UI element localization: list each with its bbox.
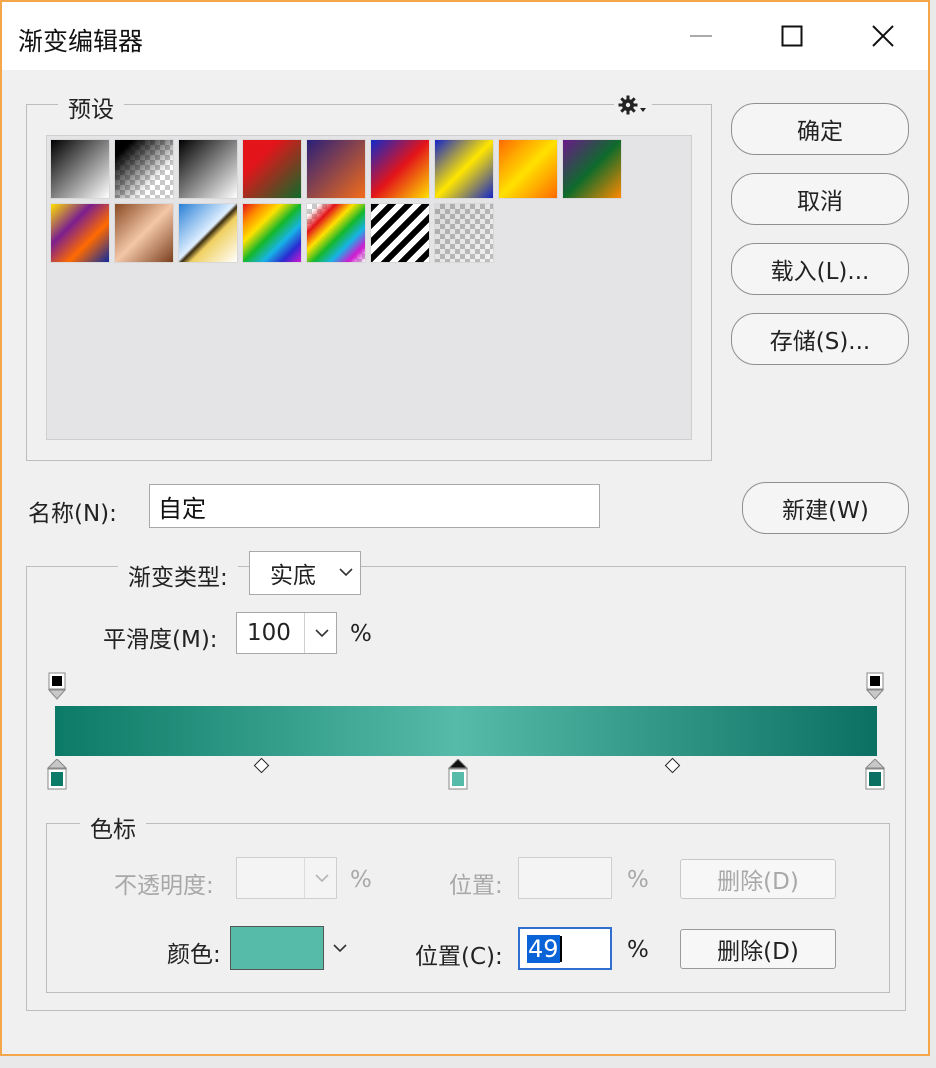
- combo-divider: [304, 858, 305, 898]
- color-label: 颜色:: [167, 942, 221, 968]
- opacity-location-input[interactable]: [518, 857, 612, 899]
- color-stop[interactable]: [864, 758, 886, 790]
- preset-swatch-fill: [371, 204, 429, 262]
- preset-swatch-yellow-violet-orange-blue[interactable]: [50, 203, 110, 263]
- preset-swatch-foreground-to-transparent[interactable]: [114, 139, 174, 199]
- load-button[interactable]: 载入(L)...: [731, 243, 909, 295]
- name-label: 名称(N):: [28, 501, 117, 527]
- preset-swatch-orange-yellow-orange[interactable]: [498, 139, 558, 199]
- preset-swatch-blue-yellow-blue[interactable]: [434, 139, 494, 199]
- save-button[interactable]: 存储(S)...: [731, 313, 909, 365]
- preset-swatch-red-green[interactable]: [242, 139, 302, 199]
- gradient-type-label: 渐变类型:: [118, 558, 238, 592]
- preset-swatch-spectrum[interactable]: [242, 203, 302, 263]
- preset-swatch-chrome[interactable]: [178, 203, 238, 263]
- title-bar: 渐变编辑器: [2, 2, 928, 70]
- opacity-location-label: 位置:: [449, 873, 503, 899]
- chevron-down-icon[interactable]: [332, 938, 348, 962]
- color-stops-legend: 色标: [80, 810, 146, 844]
- preset-swatch-fill: [307, 204, 365, 262]
- gear-icon[interactable]: [614, 94, 652, 120]
- color-swatch[interactable]: [230, 926, 324, 970]
- chevron-down-icon[interactable]: [314, 868, 330, 894]
- preset-swatch-fill: [435, 140, 493, 198]
- presets-list: [46, 135, 692, 440]
- preset-swatch-copper[interactable]: [114, 203, 174, 263]
- color-stop[interactable]: [46, 758, 68, 790]
- preset-swatch-fill: [243, 140, 301, 198]
- opacity-combo[interactable]: [236, 857, 337, 899]
- preset-swatch-blue-red-yellow[interactable]: [370, 139, 430, 199]
- minimize-icon[interactable]: [677, 12, 725, 60]
- preset-swatch-transparent-rainbow[interactable]: [306, 203, 366, 263]
- preset-swatch-fill: [563, 140, 621, 198]
- color-location-label: 位置(C):: [415, 944, 503, 970]
- preset-swatch-transparent-stripes[interactable]: [370, 203, 430, 263]
- cancel-button[interactable]: 取消: [731, 173, 909, 225]
- opacity-label: 不透明度:: [114, 873, 214, 899]
- chevron-down-icon: [338, 562, 354, 588]
- close-icon[interactable]: [859, 12, 907, 60]
- preset-swatch-fill: [243, 204, 301, 262]
- preset-swatch-fill: [179, 204, 237, 262]
- smoothness-unit: %: [350, 621, 372, 647]
- window-title: 渐变编辑器: [18, 27, 144, 56]
- gradient-editor-window: 渐变编辑器 预设 确定 取消 载入(L)... 存储(S)... 名称(N): …: [0, 0, 930, 1056]
- preset-swatch-neutral-density[interactable]: [434, 203, 494, 263]
- opacity-stop[interactable]: [865, 672, 885, 700]
- preset-swatch-fill: [115, 204, 173, 262]
- text-cursor: [559, 935, 562, 962]
- preset-swatch-foreground-to-background[interactable]: [50, 139, 110, 199]
- preset-swatch-fill: [371, 140, 429, 198]
- color-delete-button[interactable]: 删除(D): [680, 929, 836, 969]
- presets-legend: 预设: [58, 90, 124, 124]
- color-location-unit: %: [627, 937, 649, 963]
- preset-swatch-fill: [51, 140, 109, 198]
- preset-swatch-violet-orange[interactable]: [306, 139, 366, 199]
- opacity-stop[interactable]: [47, 672, 67, 700]
- ok-button[interactable]: 确定: [731, 103, 909, 155]
- opacity-unit: %: [350, 867, 372, 893]
- gradient-type-select[interactable]: 实底: [249, 551, 361, 595]
- color-stop[interactable]: [447, 758, 468, 790]
- color-location-input[interactable]: 49: [518, 927, 612, 970]
- smoothness-combo[interactable]: 100: [236, 612, 337, 654]
- color-location-value: 49: [527, 934, 560, 963]
- gradient-bar[interactable]: [55, 706, 877, 756]
- new-button[interactable]: 新建(W): [742, 482, 909, 534]
- preset-swatch-violet-green-orange[interactable]: [562, 139, 622, 199]
- preset-swatch-fill: [179, 140, 237, 198]
- preset-swatch-fill: [307, 140, 365, 198]
- maximize-icon[interactable]: [768, 12, 816, 60]
- opacity-location-unit: %: [627, 867, 649, 893]
- name-input[interactable]: 自定: [149, 484, 600, 528]
- chevron-down-icon[interactable]: [314, 623, 330, 649]
- preset-swatch-fill: [499, 140, 557, 198]
- preset-swatch-fill: [435, 204, 493, 262]
- combo-divider: [304, 613, 305, 653]
- preset-swatch-fill: [115, 140, 173, 198]
- gradient-type-value: 实底: [270, 563, 316, 589]
- preset-swatch-black-white[interactable]: [178, 139, 238, 199]
- smoothness-label: 平滑度(M):: [103, 627, 218, 653]
- preset-swatch-fill: [51, 204, 109, 262]
- opacity-delete-button[interactable]: 删除(D): [680, 859, 836, 899]
- smoothness-value: 100: [247, 620, 291, 646]
